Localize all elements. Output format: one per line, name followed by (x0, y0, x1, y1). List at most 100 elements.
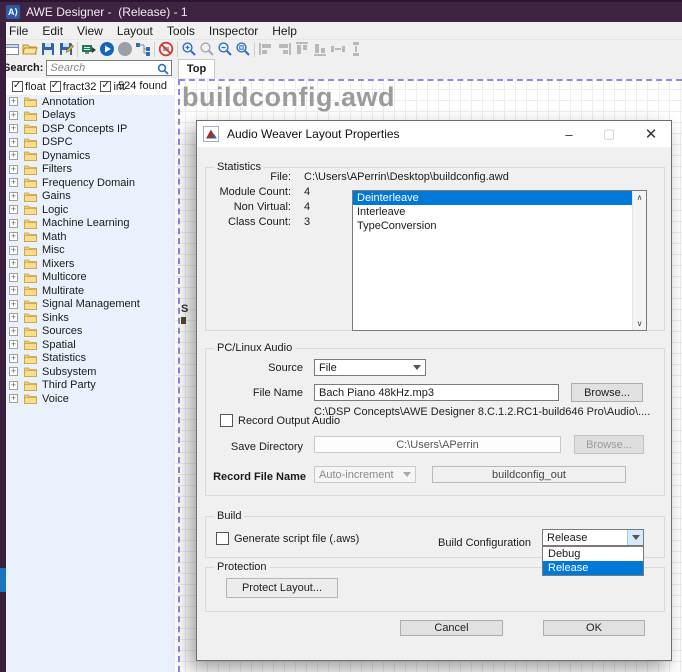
tree-item[interactable]: + Annotation (6, 95, 174, 109)
tree-item[interactable]: + Logic (6, 203, 174, 217)
cancel-button[interactable]: Cancel (400, 620, 503, 636)
class-list-item[interactable]: Interleave (353, 205, 646, 219)
expand-plus-icon[interactable]: + (9, 97, 18, 106)
tree-item[interactable]: + Multicore (6, 271, 174, 285)
filter-checkbox[interactable] (100, 81, 111, 92)
filter-checkbox[interactable] (12, 81, 23, 92)
tree-item[interactable]: + Signal Management (6, 298, 174, 312)
tree-item[interactable]: + Sinks (6, 311, 174, 325)
expand-plus-icon[interactable]: + (9, 192, 18, 201)
menu-item[interactable]: Tools (160, 24, 202, 38)
expand-plus-icon[interactable]: + (9, 178, 18, 187)
filter-checkbox[interactable] (50, 81, 61, 92)
tree-item[interactable]: + Math (6, 230, 174, 244)
expand-plus-icon[interactable]: + (9, 381, 18, 390)
file-browse-button[interactable]: Browse... (571, 383, 643, 402)
zoom-100-icon[interactable] (198, 41, 216, 58)
expand-plus-icon[interactable]: + (9, 232, 18, 241)
ok-button[interactable]: OK (543, 620, 645, 636)
tree-item[interactable]: + Delays (6, 109, 174, 123)
tree-item[interactable]: + Statistics (6, 352, 174, 366)
run-audio-icon[interactable] (98, 41, 116, 58)
disconnect-icon[interactable] (157, 41, 175, 58)
zoom-out-icon[interactable] (216, 41, 234, 58)
expand-plus-icon[interactable]: + (9, 138, 18, 147)
expand-plus-icon[interactable]: + (9, 205, 18, 214)
tree-item[interactable]: + Frequency Domain (6, 176, 174, 190)
tree-item[interactable]: + Third Party (6, 379, 174, 393)
menu-item[interactable]: Edit (35, 24, 70, 38)
connect-server-icon[interactable] (80, 41, 98, 58)
tree-item[interactable]: + Filters (6, 163, 174, 177)
scroll-down-icon[interactable]: ∨ (633, 319, 646, 328)
dialog-titlebar[interactable]: Audio Weaver Layout Properties – ▢ ✕ (197, 121, 671, 147)
record-audio-icon[interactable] (116, 41, 134, 58)
expand-plus-icon[interactable]: + (9, 354, 18, 363)
record-file-name-label: Record File Name (205, 471, 306, 483)
generate-script-checkbox[interactable] (216, 532, 229, 545)
expand-plus-icon[interactable]: + (9, 273, 18, 282)
tree-item[interactable]: + Gains (6, 190, 174, 204)
menu-item[interactable]: View (70, 24, 110, 38)
file-name-input[interactable]: Bach Piano 48kHz.mp3 (314, 384, 559, 401)
menu-item[interactable]: Inspector (202, 24, 265, 38)
tree-item[interactable]: + Dynamics (6, 149, 174, 163)
expand-plus-icon[interactable]: + (9, 259, 18, 268)
expand-plus-icon[interactable]: + (9, 246, 18, 255)
expand-plus-icon[interactable]: + (9, 340, 18, 349)
tree-item[interactable]: + Machine Learning (6, 217, 174, 231)
search-icon[interactable] (157, 63, 169, 75)
scroll-up-icon[interactable]: ∧ (633, 193, 646, 202)
tree-item[interactable]: + DSP Concepts IP (6, 122, 174, 136)
build-configuration-select[interactable]: Release (542, 529, 644, 546)
expand-plus-icon[interactable]: + (9, 394, 18, 403)
expand-plus-icon[interactable]: + (9, 165, 18, 174)
chevron-down-icon[interactable] (627, 530, 643, 545)
expand-plus-icon[interactable]: + (9, 286, 18, 295)
zoom-in-icon[interactable] (180, 41, 198, 58)
tree-item[interactable]: + Subsystem (6, 365, 174, 379)
tree-item[interactable]: + Misc (6, 244, 174, 258)
search-input[interactable] (47, 61, 171, 75)
dialog-close-button[interactable]: ✕ (635, 121, 667, 147)
class-list-item[interactable]: Deinterleave (353, 191, 646, 205)
folder-icon (24, 285, 37, 296)
tree-item[interactable]: + Sources (6, 325, 174, 339)
save-file-icon[interactable] (39, 41, 57, 58)
distribute-vertical-icon (347, 41, 365, 58)
open-file-icon[interactable] (21, 41, 39, 58)
tree-item[interactable]: + Multirate (6, 284, 174, 298)
search-label: Search: (3, 62, 43, 74)
save-file-as-icon[interactable] (57, 41, 75, 58)
tab-top[interactable]: Top (178, 59, 215, 78)
dialog-maximize-button: ▢ (593, 121, 625, 147)
expand-plus-icon[interactable]: + (9, 111, 18, 120)
expand-plus-icon[interactable]: + (9, 327, 18, 336)
chevron-down-icon[interactable] (409, 360, 425, 375)
expand-plus-icon[interactable]: + (9, 151, 18, 160)
expand-plus-icon[interactable]: + (9, 124, 18, 133)
record-output-checkbox[interactable] (220, 414, 233, 427)
expand-plus-icon[interactable]: + (9, 300, 18, 309)
app-icon: A⟩ (6, 5, 20, 19)
dialog-minimize-button[interactable]: – (553, 121, 585, 147)
tree-item[interactable]: + Mixers (6, 257, 174, 271)
tree-item[interactable]: + Spatial (6, 338, 174, 352)
class-list-item[interactable]: TypeConversion (353, 219, 646, 233)
menu-item[interactable]: Layout (110, 24, 160, 38)
menu-item[interactable]: Help (265, 24, 304, 38)
expand-plus-icon[interactable]: + (9, 367, 18, 376)
zoom-fit-icon[interactable] (234, 41, 252, 58)
dropdown-option[interactable]: Release (543, 561, 643, 575)
class-list[interactable]: DeinterleaveInterleaveTypeConversion ∧∨ (352, 190, 647, 331)
expand-plus-icon[interactable]: + (9, 313, 18, 322)
propagate-changes-icon[interactable] (134, 41, 152, 58)
class-list-scrollbar[interactable]: ∧∨ (632, 191, 646, 330)
expand-plus-icon[interactable]: + (9, 219, 18, 228)
menu-item[interactable]: File (2, 24, 35, 38)
tree-item[interactable]: + DSPC (6, 136, 174, 150)
protect-layout-button[interactable]: Protect Layout... (226, 578, 338, 598)
dropdown-option[interactable]: Debug (543, 547, 643, 561)
source-select[interactable]: File (314, 359, 426, 376)
tree-item[interactable]: + Voice (6, 392, 174, 406)
